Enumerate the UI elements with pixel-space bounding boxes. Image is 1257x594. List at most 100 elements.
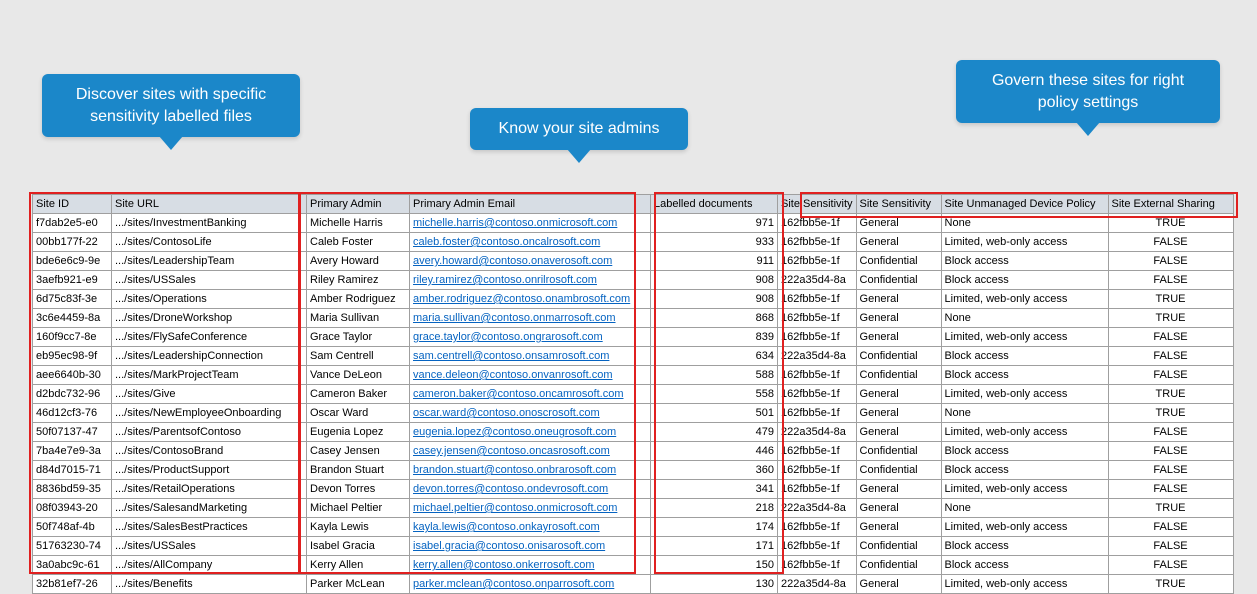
cell-docs[interactable]: 558 <box>651 385 778 404</box>
cell-docs[interactable]: 218 <box>651 499 778 518</box>
cell-sens-guid[interactable]: 162fbb5e-1f <box>778 556 857 575</box>
cell-email[interactable]: grace.taylor@contoso.ongrarosoft.com <box>410 328 651 347</box>
cell-device-policy[interactable]: Block access <box>941 271 1108 290</box>
cell-site-url[interactable]: .../sites/InvestmentBanking <box>112 214 307 233</box>
table-row[interactable]: 46d12cf3-76.../sites/NewEmployeeOnboardi… <box>33 404 1234 423</box>
cell-ext-sharing[interactable]: FALSE <box>1108 252 1233 271</box>
cell-site-id[interactable]: 46d12cf3-76 <box>33 404 112 423</box>
table-row[interactable]: aee6640b-30.../sites/MarkProjectTeamVanc… <box>33 366 1234 385</box>
cell-sensitivity[interactable]: General <box>856 290 941 309</box>
cell-email[interactable]: avery.howard@contoso.onaverosoft.com <box>410 252 651 271</box>
email-link[interactable]: grace.taylor@contoso.ongrarosoft.com <box>413 331 603 343</box>
cell-ext-sharing[interactable]: FALSE <box>1108 480 1233 499</box>
cell-admin[interactable]: Michael Peltier <box>307 499 410 518</box>
cell-ext-sharing[interactable]: FALSE <box>1108 328 1233 347</box>
cell-docs[interactable]: 868 <box>651 309 778 328</box>
cell-admin[interactable]: Michelle Harris <box>307 214 410 233</box>
data-table[interactable]: Site ID Site URL Primary Admin Primary A… <box>32 194 1234 594</box>
col-admin-email[interactable]: Primary Admin Email <box>410 195 651 214</box>
cell-ext-sharing[interactable]: FALSE <box>1108 461 1233 480</box>
col-device-policy[interactable]: Site Unmanaged Device Policy <box>941 195 1108 214</box>
cell-sensitivity[interactable]: General <box>856 575 941 594</box>
email-link[interactable]: caleb.foster@contoso.oncalrosoft.com <box>413 236 600 248</box>
cell-sens-guid[interactable]: 162fbb5e-1f <box>778 290 857 309</box>
cell-device-policy[interactable]: Block access <box>941 347 1108 366</box>
cell-docs[interactable]: 839 <box>651 328 778 347</box>
cell-ext-sharing[interactable]: FALSE <box>1108 537 1233 556</box>
cell-site-id[interactable]: 160f9cc7-8e <box>33 328 112 347</box>
cell-site-url[interactable]: .../sites/ParentsofContoso <box>112 423 307 442</box>
cell-email[interactable]: devon.torres@contoso.ondevrosoft.com <box>410 480 651 499</box>
cell-sensitivity[interactable]: General <box>856 233 941 252</box>
cell-admin[interactable]: Avery Howard <box>307 252 410 271</box>
col-primary-admin[interactable]: Primary Admin <box>307 195 410 214</box>
table-row[interactable]: 32b81ef7-26.../sites/BenefitsParker McLe… <box>33 575 1234 594</box>
cell-admin[interactable]: Vance DeLeon <box>307 366 410 385</box>
cell-docs[interactable]: 908 <box>651 271 778 290</box>
cell-docs[interactable]: 171 <box>651 537 778 556</box>
cell-sensitivity[interactable]: General <box>856 499 941 518</box>
cell-site-id[interactable]: f7dab2e5-e0 <box>33 214 112 233</box>
cell-docs[interactable]: 360 <box>651 461 778 480</box>
cell-ext-sharing[interactable]: FALSE <box>1108 556 1233 575</box>
cell-sens-guid[interactable]: 222a35d4-8a <box>778 271 857 290</box>
email-link[interactable]: vance.deleon@contoso.onvanrosoft.com <box>413 369 613 381</box>
cell-sensitivity[interactable]: Confidential <box>856 347 941 366</box>
cell-docs[interactable]: 446 <box>651 442 778 461</box>
cell-site-url[interactable]: .../sites/ProductSupport <box>112 461 307 480</box>
cell-sens-guid[interactable]: 162fbb5e-1f <box>778 366 857 385</box>
table-row[interactable]: 3a0abc9c-61.../sites/AllCompanyKerry All… <box>33 556 1234 575</box>
cell-site-id[interactable]: d84d7015-71 <box>33 461 112 480</box>
cell-email[interactable]: michael.peltier@contoso.onmicrosoft.com <box>410 499 651 518</box>
cell-device-policy[interactable]: Limited, web-only access <box>941 480 1108 499</box>
cell-ext-sharing[interactable]: TRUE <box>1108 309 1233 328</box>
cell-email[interactable]: amber.rodriguez@contoso.onambrosoft.com <box>410 290 651 309</box>
cell-site-url[interactable]: .../sites/NewEmployeeOnboarding <box>112 404 307 423</box>
cell-docs[interactable]: 911 <box>651 252 778 271</box>
cell-sens-guid[interactable]: 162fbb5e-1f <box>778 480 857 499</box>
table-row[interactable]: 50f07137-47.../sites/ParentsofContosoEug… <box>33 423 1234 442</box>
col-labelled-docs[interactable]: Labelled documents <box>651 195 778 214</box>
cell-sens-guid[interactable]: 162fbb5e-1f <box>778 233 857 252</box>
cell-email[interactable]: michelle.harris@contoso.onmicrosoft.com <box>410 214 651 233</box>
email-link[interactable]: amber.rodriguez@contoso.onambrosoft.com <box>413 293 630 305</box>
table-row[interactable]: 50f748af-4b.../sites/SalesBestPracticesK… <box>33 518 1234 537</box>
cell-device-policy[interactable]: None <box>941 404 1108 423</box>
cell-device-policy[interactable]: Block access <box>941 442 1108 461</box>
cell-sensitivity[interactable]: General <box>856 404 941 423</box>
cell-ext-sharing[interactable]: FALSE <box>1108 366 1233 385</box>
cell-site-url[interactable]: .../sites/FlySafeConference <box>112 328 307 347</box>
cell-sens-guid[interactable]: 162fbb5e-1f <box>778 404 857 423</box>
table-row[interactable]: d84d7015-71.../sites/ProductSupportBrand… <box>33 461 1234 480</box>
cell-ext-sharing[interactable]: FALSE <box>1108 233 1233 252</box>
cell-ext-sharing[interactable]: FALSE <box>1108 518 1233 537</box>
table-row[interactable]: 8836bd59-35.../sites/RetailOperationsDev… <box>33 480 1234 499</box>
cell-device-policy[interactable]: Block access <box>941 556 1108 575</box>
cell-device-policy[interactable]: None <box>941 309 1108 328</box>
cell-email[interactable]: caleb.foster@contoso.oncalrosoft.com <box>410 233 651 252</box>
cell-device-policy[interactable]: Limited, web-only access <box>941 385 1108 404</box>
cell-sens-guid[interactable]: 162fbb5e-1f <box>778 518 857 537</box>
cell-sensitivity[interactable]: Confidential <box>856 252 941 271</box>
cell-email[interactable]: vance.deleon@contoso.onvanrosoft.com <box>410 366 651 385</box>
table-row[interactable]: d2bdc732-96.../sites/GiveCameron Bakerca… <box>33 385 1234 404</box>
cell-admin[interactable]: Grace Taylor <box>307 328 410 347</box>
cell-email[interactable]: kayla.lewis@contoso.onkayrosoft.com <box>410 518 651 537</box>
cell-device-policy[interactable]: Limited, web-only access <box>941 518 1108 537</box>
cell-docs[interactable]: 588 <box>651 366 778 385</box>
cell-site-id[interactable]: 51763230-74 <box>33 537 112 556</box>
table-row[interactable]: 3aefb921-e9.../sites/USSalesRiley Ramire… <box>33 271 1234 290</box>
cell-site-url[interactable]: .../sites/USSales <box>112 271 307 290</box>
cell-admin[interactable]: Caleb Foster <box>307 233 410 252</box>
cell-site-url[interactable]: .../sites/RetailOperations <box>112 480 307 499</box>
cell-sensitivity[interactable]: General <box>856 423 941 442</box>
cell-site-url[interactable]: .../sites/SalesBestPractices <box>112 518 307 537</box>
cell-sens-guid[interactable]: 162fbb5e-1f <box>778 442 857 461</box>
email-link[interactable]: kerry.allen@contoso.onkerrosoft.com <box>413 559 595 571</box>
cell-site-url[interactable]: .../sites/USSales <box>112 537 307 556</box>
cell-sens-guid[interactable]: 222a35d4-8a <box>778 575 857 594</box>
cell-admin[interactable]: Kerry Allen <box>307 556 410 575</box>
cell-sens-guid[interactable]: 162fbb5e-1f <box>778 309 857 328</box>
cell-site-url[interactable]: .../sites/Benefits <box>112 575 307 594</box>
cell-admin[interactable]: Sam Centrell <box>307 347 410 366</box>
